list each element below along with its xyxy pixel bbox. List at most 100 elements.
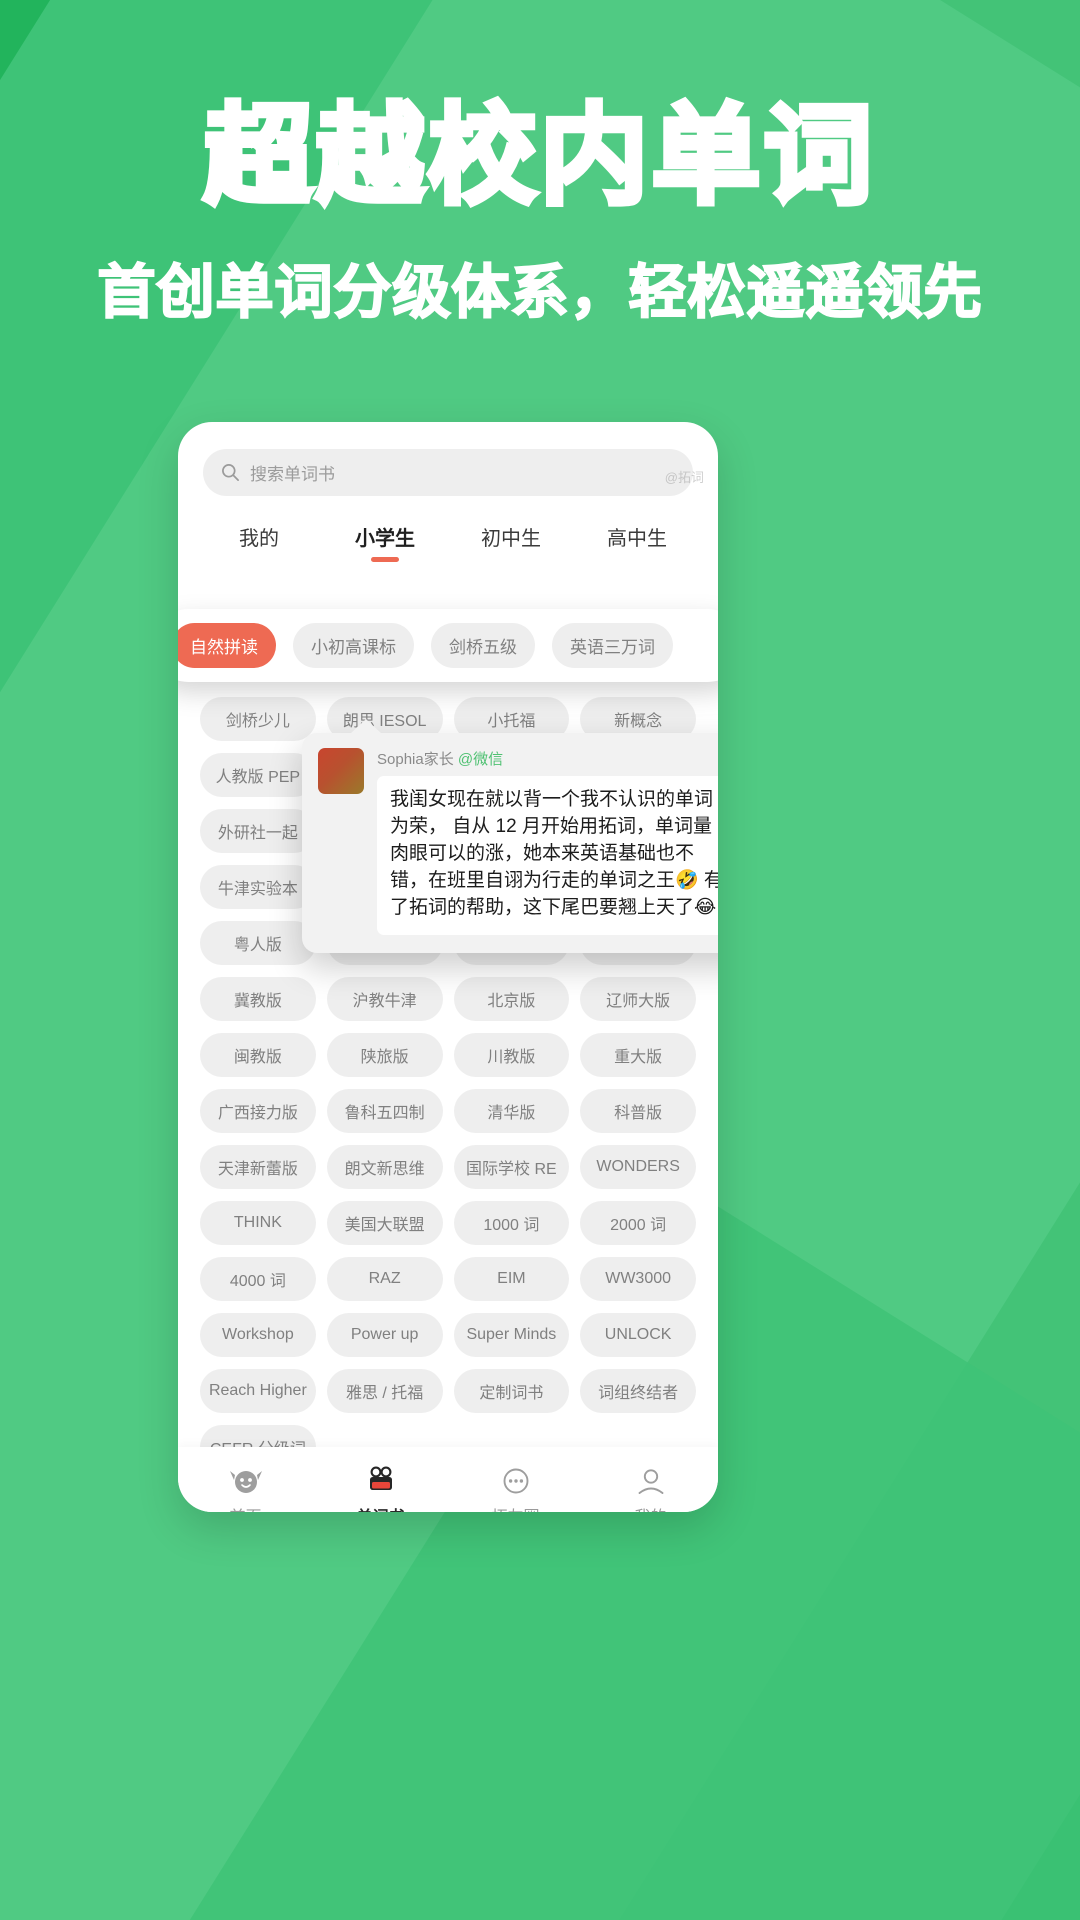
wordbook-chip[interactable]: 粤人版 [200,921,316,965]
poster-headline: 超越校内单词 [201,92,876,219]
wordbook-chip[interactable]: 朗文新思维 [326,1145,443,1189]
chip-label: 小初高课标 [311,638,396,657]
testimonial-message: 我闺女现在就以背一个我不认识的单词为荣， 自从 12 月开始用拓词，单词量肉眼可… [377,776,718,935]
chip-label: 川教版 [487,1049,536,1066]
wordbook-chip[interactable]: Reach Higher [200,1369,316,1413]
chip-label: Power up [350,1326,419,1343]
nav-item-wordbook[interactable]: 单词书 [313,1466,448,1512]
chip-label: 外研社一起 [217,825,298,842]
wordbook-chip[interactable]: 冀教版 [200,977,316,1021]
search-input[interactable]: 搜索单词书 [203,449,693,496]
community-dots-icon [503,1468,528,1493]
wordbook-chip[interactable]: 国际学校 RE [453,1145,570,1189]
wordbook-chip[interactable]: EIM [453,1257,570,1301]
tab-high-school[interactable]: 高中生 [574,522,700,562]
wordbook-chip[interactable]: 雅思 / 托福 [326,1369,443,1413]
chip-label: EIM [497,1270,526,1287]
wordbook-chip[interactable]: 广西接力版 [200,1089,316,1133]
home-mascot-icon [229,1470,262,1493]
nav-item-community[interactable]: 拓友圈 [448,1466,583,1512]
wordbook-chip[interactable]: 定制词书 [453,1369,570,1413]
chip-label: 天津新蕾版 [217,1161,298,1178]
chip-label: Reach Higher [208,1382,307,1399]
wordbook-chip[interactable]: 鲁科五四制 [326,1089,443,1133]
testimonial-body: Sophia家长 @微信 我闺女现在就以背一个我不认识的单词为荣， 自从 12 … [377,748,718,935]
wordbook-chip[interactable]: 美国大联盟 [326,1201,443,1245]
tab-label: 我的 [239,528,279,550]
chip-30k-words[interactable]: 英语三万词 [552,623,673,668]
chip-label: 牛津实验本 [217,881,298,898]
wordbook-chip[interactable]: 4000 词 [200,1257,316,1301]
wordbook-icon [369,1466,392,1490]
wordbook-chip[interactable]: 科普版 [580,1089,696,1133]
wordbook-chip[interactable]: 天津新蕾版 [200,1145,316,1189]
wordbook-chip[interactable]: WONDERS [580,1145,696,1189]
tab-label: 初中生 [481,528,541,550]
chip-label: 新概念 [614,713,663,730]
author-source: @微信 [457,751,504,768]
tab-label: 小学生 [355,528,415,550]
chip-label: UNLOCK [604,1326,672,1343]
wordbook-chip[interactable]: 辽师大版 [580,977,696,1021]
chip-label: 剑桥少儿 [225,713,290,730]
watermark: @拓词 [664,470,704,485]
nav-item-home[interactable]: 首页 [178,1466,313,1513]
chip-label: 人教版 PEP [215,769,301,786]
chip-label: 沪教牛津 [352,993,417,1010]
chip-label: 4000 词 [229,1273,286,1290]
tab-my[interactable]: 我的 [196,522,322,562]
chip-label: 冀教版 [233,993,282,1010]
wordbook-chip[interactable]: Workshop [200,1313,316,1357]
chip-label: WONDERS [596,1158,680,1175]
chip-label: 闽教版 [233,1049,282,1066]
wordbook-chip[interactable]: 牛津实验本 [200,865,316,909]
wordbook-chip[interactable]: UNLOCK [580,1313,696,1357]
chip-cambridge5[interactable]: 剑桥五级 [431,623,535,668]
profile-person-icon [638,1468,663,1494]
wordbook-chip[interactable]: 闽教版 [200,1033,316,1077]
app-screen: 搜索单词书 我的 小学生 初中生 高中生 剑桥少儿 朗思 IESOL 小托福 新概念人… [178,449,718,1512]
wordbook-chip[interactable]: RAZ [326,1257,443,1301]
wordbook-chip[interactable]: Power up [326,1313,443,1357]
tab-middle-school[interactable]: 初中生 [448,522,574,562]
phone-mockup: 搜索单词书 我的 小学生 初中生 高中生 剑桥少儿 朗思 IESOL 小托福 新概念人… [178,422,718,1512]
chip-label: 鲁科五四制 [344,1105,425,1122]
wordbook-chip[interactable]: 人教版 PEP [200,753,316,797]
chip-label: 小托福 [487,713,536,730]
nav-label: 首页 [229,1503,261,1513]
wordbook-chip[interactable]: 1000 词 [453,1201,570,1245]
wordbook-chip[interactable]: 2000 词 [580,1201,696,1245]
chip-label: 辽师大版 [606,993,671,1010]
chip-label: 粤人版 [233,937,282,954]
wordbook-chip[interactable]: 外研社一起 [200,809,316,853]
chip-label: WW3000 [605,1270,672,1287]
wordbook-chip[interactable]: 陕旅版 [326,1033,443,1077]
chip-label: 陕旅版 [360,1049,409,1066]
search-placeholder: 搜索单词书 [250,465,335,484]
tab-primary[interactable]: 小学生 [322,522,448,562]
wordbook-chip[interactable]: 清华版 [453,1089,570,1133]
featured-chip-row: 自然拼读 小初高课标 剑桥五级 英语三万词 [178,609,718,682]
nav-item-profile[interactable]: 我的 [583,1466,718,1512]
chip-label: 雅思 / 托福 [345,1385,424,1402]
chip-phonics[interactable]: 自然拼读 [178,623,276,668]
wordbook-chip[interactable]: 词组终结者 [580,1369,696,1413]
chip-label: 2000 词 [610,1217,667,1234]
chip-label: RAZ [368,1270,401,1287]
chip-label: 清华版 [487,1105,536,1122]
wordbook-chip[interactable]: 剑桥少儿 [200,697,316,741]
category-tabs: 我的 小学生 初中生 高中生 [178,522,718,562]
wordbook-chip[interactable]: 重大版 [580,1033,696,1077]
chip-label: 词组终结者 [598,1385,679,1402]
wordbook-chip[interactable]: Super Minds [453,1313,570,1357]
wordbook-chip[interactable]: 川教版 [453,1033,570,1077]
chip-label: 广西接力版 [217,1105,298,1122]
chip-label: 1000 词 [483,1217,540,1234]
chip-curriculum[interactable]: 小初高课标 [293,623,414,668]
wordbook-chip[interactable]: 北京版 [453,977,570,1021]
wordbook-chip[interactable]: WW3000 [580,1257,696,1301]
tab-label: 高中生 [607,528,667,550]
wordbook-chip[interactable]: THINK [200,1201,316,1245]
search-icon [222,464,239,481]
wordbook-chip[interactable]: 沪教牛津 [326,977,443,1021]
